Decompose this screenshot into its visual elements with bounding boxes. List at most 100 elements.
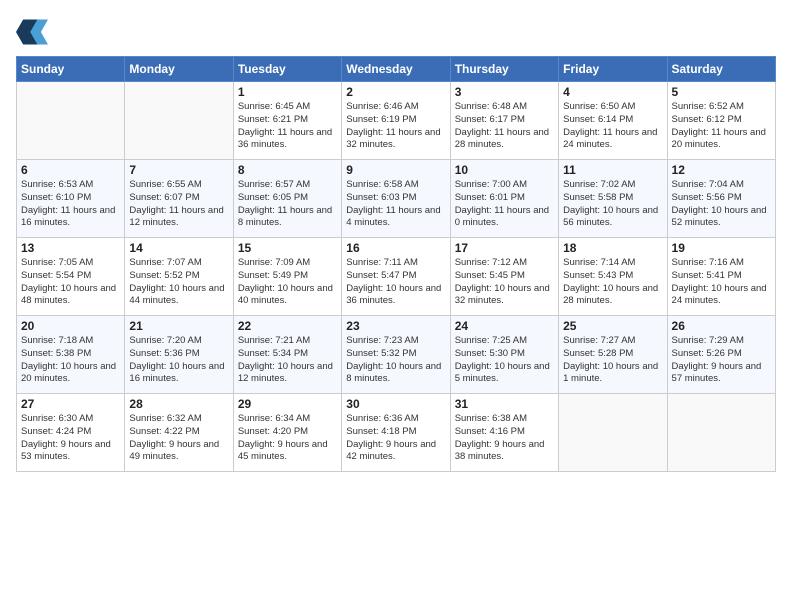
- day-info: Sunrise: 6:58 AM Sunset: 6:03 PM Dayligh…: [346, 179, 445, 230]
- header-row: SundayMondayTuesdayWednesdayThursdayFrid…: [17, 57, 776, 82]
- day-info: Sunrise: 6:48 AM Sunset: 6:17 PM Dayligh…: [455, 101, 554, 152]
- day-info: Sunrise: 7:29 AM Sunset: 5:26 PM Dayligh…: [672, 335, 771, 386]
- calendar-cell: 15Sunrise: 7:09 AM Sunset: 5:49 PM Dayli…: [233, 238, 341, 316]
- day-info: Sunrise: 6:34 AM Sunset: 4:20 PM Dayligh…: [238, 413, 337, 464]
- day-number: 20: [21, 319, 120, 333]
- day-info: Sunrise: 6:50 AM Sunset: 6:14 PM Dayligh…: [563, 101, 662, 152]
- day-info: Sunrise: 7:05 AM Sunset: 5:54 PM Dayligh…: [21, 257, 120, 308]
- calendar-cell: 14 Sunrise: 7:07 AM Sunset: 5:52 PM Dayli…: [125, 238, 233, 316]
- day-info: Sunrise: 7:18 AM Sunset: 5:38 PM Dayligh…: [21, 335, 120, 386]
- calendar-cell: 23 Sunrise: 7:23 AM Sunset: 5:32 PM Dayli…: [342, 316, 450, 394]
- day-info: Sunrise: 6:52 AM Sunset: 6:12 PM Dayligh…: [672, 101, 771, 152]
- calendar-cell: 21Sunrise: 7:20 AM Sunset: 5:36 PM Dayli…: [125, 316, 233, 394]
- day-info: Sunrise: 7:12 AM Sunset: 5:45 PM Dayligh…: [455, 257, 554, 308]
- column-header-thursday: Thursday: [450, 57, 558, 82]
- calendar-cell: 4 Sunrise: 6:50 AM Sunset: 6:14 PM Daylig…: [559, 82, 667, 160]
- day-info: Sunrise: 7:20 AM Sunset: 5:36 PM Dayligh…: [129, 335, 228, 386]
- day-info: Sunrise: 7:00 AM Sunset: 6:01 PM Dayligh…: [455, 179, 554, 230]
- day-info: Sunrise: 7:23 AM Sunset: 5:32 PM Dayligh…: [346, 335, 445, 386]
- day-number: 6: [21, 163, 120, 177]
- calendar-cell: 2Sunrise: 6:46 AM Sunset: 6:19 PM Daylig…: [342, 82, 450, 160]
- day-number: 9: [346, 163, 445, 177]
- day-info: Sunrise: 6:46 AM Sunset: 6:19 PM Dayligh…: [346, 101, 445, 152]
- calendar-cell: 20 Sunrise: 7:18 AM Sunset: 5:38 PM Dayli…: [17, 316, 125, 394]
- calendar-cell: 10 Sunrise: 7:00 AM Sunset: 6:01 PM Dayli…: [450, 160, 558, 238]
- column-header-sunday: Sunday: [17, 57, 125, 82]
- calendar-cell: 19 Sunrise: 7:16 AM Sunset: 5:41 PM Dayli…: [667, 238, 775, 316]
- day-info: Sunrise: 7:09 AM Sunset: 5:49 PM Dayligh…: [238, 257, 337, 308]
- day-number: 11: [563, 163, 662, 177]
- day-info: Sunrise: 7:07 AM Sunset: 5:52 PM Dayligh…: [129, 257, 228, 308]
- day-info: Sunrise: 6:53 AM Sunset: 6:10 PM Dayligh…: [21, 179, 120, 230]
- week-row-0: 1Sunrise: 6:45 AM Sunset: 6:21 PM Daylig…: [17, 82, 776, 160]
- calendar-cell: 16 Sunrise: 7:11 AM Sunset: 5:47 PM Dayli…: [342, 238, 450, 316]
- calendar-cell: 22 Sunrise: 7:21 AM Sunset: 5:34 PM Dayli…: [233, 316, 341, 394]
- calendar-cell: 27 Sunrise: 6:30 AM Sunset: 4:24 PM Dayli…: [17, 394, 125, 472]
- calendar-cell: 25 Sunrise: 7:27 AM Sunset: 5:28 PM Dayli…: [559, 316, 667, 394]
- calendar-cell: 28 Sunrise: 6:32 AM Sunset: 4:22 PM Dayli…: [125, 394, 233, 472]
- calendar-cell: 7 Sunrise: 6:55 AM Sunset: 6:07 PM Daylig…: [125, 160, 233, 238]
- day-number: 14: [129, 241, 228, 255]
- day-number: 1: [238, 85, 337, 99]
- day-info: Sunrise: 6:30 AM Sunset: 4:24 PM Dayligh…: [21, 413, 120, 464]
- calendar-table: SundayMondayTuesdayWednesdayThursdayFrid…: [16, 56, 776, 472]
- day-number: 23: [346, 319, 445, 333]
- logo: [16, 16, 52, 48]
- day-number: 22: [238, 319, 337, 333]
- column-header-friday: Friday: [559, 57, 667, 82]
- day-info: Sunrise: 7:16 AM Sunset: 5:41 PM Dayligh…: [672, 257, 771, 308]
- day-number: 24: [455, 319, 554, 333]
- day-number: 13: [21, 241, 120, 255]
- calendar-cell: 26 Sunrise: 7:29 AM Sunset: 5:26 PM Dayli…: [667, 316, 775, 394]
- week-row-1: 6 Sunrise: 6:53 AM Sunset: 6:10 PM Daylig…: [17, 160, 776, 238]
- calendar-cell: [559, 394, 667, 472]
- calendar-cell: 5 Sunrise: 6:52 AM Sunset: 6:12 PM Daylig…: [667, 82, 775, 160]
- day-info: Sunrise: 6:57 AM Sunset: 6:05 PM Dayligh…: [238, 179, 337, 230]
- calendar-cell: 24 Sunrise: 7:25 AM Sunset: 5:30 PM Dayli…: [450, 316, 558, 394]
- day-info: Sunrise: 7:27 AM Sunset: 5:28 PM Dayligh…: [563, 335, 662, 386]
- week-row-4: 27 Sunrise: 6:30 AM Sunset: 4:24 PM Dayli…: [17, 394, 776, 472]
- week-row-3: 20 Sunrise: 7:18 AM Sunset: 5:38 PM Dayli…: [17, 316, 776, 394]
- day-info: Sunrise: 6:32 AM Sunset: 4:22 PM Dayligh…: [129, 413, 228, 464]
- calendar-cell: 11 Sunrise: 7:02 AM Sunset: 5:58 PM Dayli…: [559, 160, 667, 238]
- day-number: 12: [672, 163, 771, 177]
- day-number: 4: [563, 85, 662, 99]
- column-header-wednesday: Wednesday: [342, 57, 450, 82]
- day-number: 16: [346, 241, 445, 255]
- column-header-saturday: Saturday: [667, 57, 775, 82]
- week-row-2: 13 Sunrise: 7:05 AM Sunset: 5:54 PM Dayli…: [17, 238, 776, 316]
- day-number: 8: [238, 163, 337, 177]
- day-info: Sunrise: 7:11 AM Sunset: 5:47 PM Dayligh…: [346, 257, 445, 308]
- day-info: Sunrise: 6:38 AM Sunset: 4:16 PM Dayligh…: [455, 413, 554, 464]
- column-header-tuesday: Tuesday: [233, 57, 341, 82]
- calendar-cell: 12Sunrise: 7:04 AM Sunset: 5:56 PM Dayli…: [667, 160, 775, 238]
- day-number: 5: [672, 85, 771, 99]
- day-number: 7: [129, 163, 228, 177]
- calendar-cell: 8 Sunrise: 6:57 AM Sunset: 6:05 PM Daylig…: [233, 160, 341, 238]
- day-number: 3: [455, 85, 554, 99]
- calendar-cell: 9 Sunrise: 6:58 AM Sunset: 6:03 PM Daylig…: [342, 160, 450, 238]
- day-number: 27: [21, 397, 120, 411]
- header: [16, 16, 776, 48]
- calendar-cell: 18 Sunrise: 7:14 AM Sunset: 5:43 PM Dayli…: [559, 238, 667, 316]
- day-number: 25: [563, 319, 662, 333]
- day-info: Sunrise: 6:55 AM Sunset: 6:07 PM Dayligh…: [129, 179, 228, 230]
- day-number: 28: [129, 397, 228, 411]
- day-info: Sunrise: 7:14 AM Sunset: 5:43 PM Dayligh…: [563, 257, 662, 308]
- calendar-cell: [667, 394, 775, 472]
- day-number: 10: [455, 163, 554, 177]
- calendar-cell: 29Sunrise: 6:34 AM Sunset: 4:20 PM Dayli…: [233, 394, 341, 472]
- day-info: Sunrise: 7:21 AM Sunset: 5:34 PM Dayligh…: [238, 335, 337, 386]
- day-number: 26: [672, 319, 771, 333]
- calendar-cell: 3 Sunrise: 6:48 AM Sunset: 6:17 PM Daylig…: [450, 82, 558, 160]
- calendar-cell: 13 Sunrise: 7:05 AM Sunset: 5:54 PM Dayli…: [17, 238, 125, 316]
- logo-icon: [16, 16, 48, 48]
- page: SundayMondayTuesdayWednesdayThursdayFrid…: [0, 0, 792, 482]
- day-info: Sunrise: 7:02 AM Sunset: 5:58 PM Dayligh…: [563, 179, 662, 230]
- day-number: 18: [563, 241, 662, 255]
- calendar-cell: 31Sunrise: 6:38 AM Sunset: 4:16 PM Dayli…: [450, 394, 558, 472]
- day-info: Sunrise: 6:36 AM Sunset: 4:18 PM Dayligh…: [346, 413, 445, 464]
- calendar-cell: 17Sunrise: 7:12 AM Sunset: 5:45 PM Dayli…: [450, 238, 558, 316]
- day-number: 19: [672, 241, 771, 255]
- day-info: Sunrise: 7:25 AM Sunset: 5:30 PM Dayligh…: [455, 335, 554, 386]
